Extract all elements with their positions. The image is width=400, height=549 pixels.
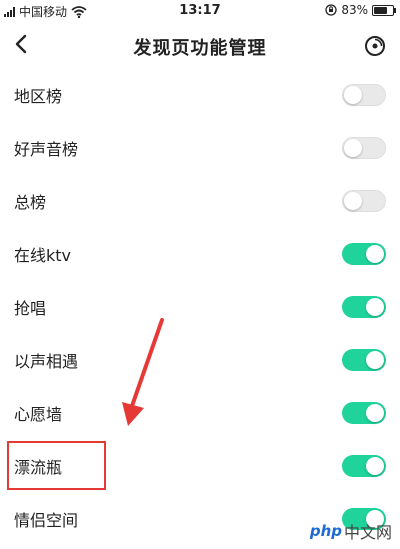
list-item-grab-sing[interactable]: 抢唱: [0, 280, 400, 333]
list-item-region-chart[interactable]: 地区榜: [0, 68, 400, 121]
toggle-switch[interactable]: [342, 242, 386, 265]
list-item-label: 情侣空间: [14, 510, 79, 530]
page-title: 发现页功能管理: [133, 38, 267, 59]
list-item-label: 心愿墙: [14, 404, 63, 424]
list-item-voice-meet[interactable]: 以声相遇: [0, 333, 400, 386]
toggle-switch[interactable]: [342, 189, 386, 212]
toggle-switch[interactable]: [342, 136, 386, 159]
status-right: 83%: [325, 3, 396, 17]
status-bar: 中国移动 13:17 83%: [0, 0, 400, 22]
list-item-label: 在线ktv: [14, 245, 72, 265]
battery-icon: [372, 4, 396, 16]
list-item-label: 好声音榜: [14, 139, 79, 159]
toggle-switch[interactable]: [342, 295, 386, 318]
toggle-switch[interactable]: [342, 401, 386, 424]
battery-text: 83%: [341, 3, 368, 17]
watermark-logo: php: [309, 522, 342, 540]
list-item-wish-wall[interactable]: 心愿墙: [0, 386, 400, 439]
watermark: php 中文网: [310, 519, 392, 543]
list-item-voice-chart[interactable]: 好声音榜: [0, 121, 400, 174]
toggle-switch[interactable]: [342, 454, 386, 477]
list-item-online-ktv[interactable]: 在线ktv: [0, 227, 400, 280]
list-item-label: 以声相遇: [14, 351, 79, 371]
annotation-arrow-icon: [122, 318, 164, 426]
toggle-switch[interactable]: [342, 83, 386, 106]
list-item-label: 地区榜: [14, 86, 63, 106]
list-item-label: 抢唱: [14, 298, 47, 318]
disc-icon[interactable]: [364, 35, 386, 57]
list-item-label: 总榜: [14, 192, 47, 212]
toggle-switch[interactable]: [342, 348, 386, 371]
annotation-highlight-box: [7, 441, 106, 490]
rotation-lock-icon: [325, 4, 337, 16]
nav-bar: 发现页功能管理: [0, 22, 400, 68]
watermark-text: 中文网: [343, 523, 392, 542]
list-item-overall-chart[interactable]: 总榜: [0, 174, 400, 227]
